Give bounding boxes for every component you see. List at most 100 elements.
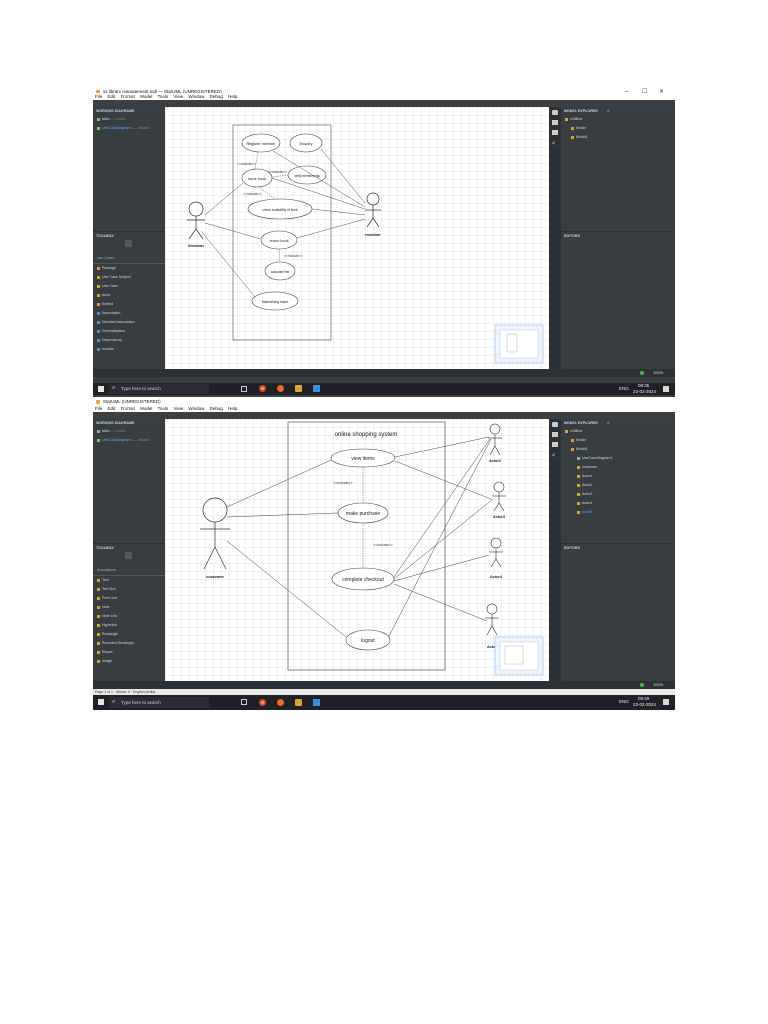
- menu-edit[interactable]: Edit: [108, 406, 116, 411]
- menu-view[interactable]: View: [173, 406, 183, 411]
- firefox-icon[interactable]: [277, 385, 284, 392]
- tree-item[interactable]: Model1: [561, 133, 672, 142]
- toolbox-item[interactable]: Extend: [93, 300, 165, 309]
- chrome-icon[interactable]: [259, 385, 266, 392]
- actor-customer[interactable]: [200, 497, 230, 570]
- keyboard-icon[interactable]: [552, 130, 558, 135]
- menu-model[interactable]: Model: [140, 406, 152, 411]
- tree-item[interactable]: Actor3: [561, 490, 672, 499]
- toolbox-item[interactable]: Package: [93, 264, 165, 273]
- tree-item[interactable]: Actor2: [561, 481, 672, 490]
- working-diagram-item[interactable]: UseCaseDiagram1 — Model1: [93, 436, 165, 445]
- toolbox-item[interactable]: Generalization: [93, 327, 165, 336]
- toolbox-item[interactable]: Hyperlink: [93, 621, 165, 630]
- taskbar-search-box[interactable]: Type here to search ⌕: [109, 384, 209, 394]
- share-icon[interactable]: <: [552, 141, 556, 147]
- tree-item[interactable]: Untitled: [561, 115, 672, 124]
- toolbox-item[interactable]: Note Link: [93, 612, 165, 621]
- grid-icon[interactable]: [552, 432, 558, 437]
- toolbox-item[interactable]: Note: [93, 603, 165, 612]
- tree-item[interactable]: Actor5: [561, 508, 672, 517]
- actor-member[interactable]: [365, 192, 381, 228]
- menu-file[interactable]: File: [95, 406, 102, 411]
- share-icon[interactable]: <: [552, 453, 556, 459]
- keyboard-icon[interactable]: [552, 442, 558, 447]
- toolbox-item[interactable]: Rounded Rectangle: [93, 639, 165, 648]
- toolbox-cursor-icon[interactable]: [125, 552, 132, 559]
- chrome-icon[interactable]: [259, 699, 266, 706]
- actor-librarian[interactable]: [187, 201, 205, 240]
- working-diagram-item[interactable]: Main — model: [93, 427, 165, 436]
- toolbox-section[interactable]: Use Cases: [93, 254, 165, 264]
- notification-icon[interactable]: [663, 386, 669, 392]
- search-icon[interactable]: ⌕: [607, 108, 610, 114]
- toolbox-cursor-icon[interactable]: [125, 240, 132, 247]
- actor-5[interactable]: [485, 603, 499, 636]
- notification-icon[interactable]: [663, 699, 669, 705]
- toolbox-item[interactable]: Association: [93, 309, 165, 318]
- menu-window[interactable]: Window: [188, 94, 204, 99]
- taskbar-search-box[interactable]: Type here to search ⌕: [109, 697, 209, 708]
- menu-window[interactable]: Window: [188, 406, 204, 411]
- diagram-icon: [97, 429, 100, 433]
- toolbox-item[interactable]: Text: [93, 576, 165, 585]
- minimap-viewport[interactable]: [499, 329, 539, 359]
- toolbox-item[interactable]: Use Case: [93, 282, 165, 291]
- tree-item[interactable]: Model1: [561, 445, 672, 454]
- app-taskbar-icon[interactable]: [313, 385, 320, 392]
- menu-format[interactable]: Format: [121, 406, 135, 411]
- toolbox-item[interactable]: Dependency: [93, 336, 165, 345]
- windows-start-icon[interactable]: [98, 699, 104, 705]
- tree-item[interactable]: Actor4: [561, 499, 672, 508]
- toolbox-item[interactable]: Actor: [93, 291, 165, 300]
- diagram-canvas[interactable]: online shopping system customer Actor2 A…: [165, 419, 549, 681]
- tree-item[interactable]: Model: [561, 436, 672, 445]
- tree-item[interactable]: Model: [561, 124, 672, 133]
- grid-icon[interactable]: [552, 120, 558, 125]
- zoom-level[interactable]: 100%: [653, 370, 663, 375]
- menu-file[interactable]: File: [95, 94, 102, 99]
- menu-tools[interactable]: Tools: [158, 94, 169, 99]
- toolbox-item[interactable]: Include: [93, 345, 165, 354]
- minimap-viewport[interactable]: [499, 641, 539, 671]
- toolbox-item[interactable]: Image: [93, 657, 165, 666]
- menu-debug[interactable]: Debug: [210, 94, 223, 99]
- staruml-taskbar-icon[interactable]: [295, 699, 302, 706]
- app-taskbar-icon[interactable]: [313, 699, 320, 706]
- actor-4[interactable]: [489, 537, 503, 568]
- menu-help[interactable]: Help: [228, 94, 237, 99]
- toolbox-item[interactable]: Rectangle: [93, 630, 165, 639]
- toolbox-item[interactable]: Text Box: [93, 585, 165, 594]
- task-view-icon[interactable]: [241, 699, 247, 705]
- staruml-taskbar-icon[interactable]: [295, 385, 302, 392]
- working-diagram-item[interactable]: UseCaseDiagram1 — Model1: [93, 124, 165, 133]
- diagram-canvas[interactable]: librarian member Register member Enquiry…: [165, 107, 549, 369]
- extensions-icon[interactable]: [552, 422, 558, 427]
- extensions-icon[interactable]: [552, 110, 558, 115]
- firefox-icon[interactable]: [277, 699, 284, 706]
- toolbox-item[interactable]: Free Line: [93, 594, 165, 603]
- menu-edit[interactable]: Edit: [108, 94, 116, 99]
- toolbox-section[interactable]: Annotations: [93, 566, 165, 576]
- tree-item[interactable]: UseCaseDiagram1: [561, 454, 672, 463]
- search-icon[interactable]: ⌕: [607, 420, 610, 426]
- menu-help[interactable]: Help: [228, 406, 237, 411]
- tree-item[interactable]: Untitled: [561, 427, 672, 436]
- actor-3[interactable]: [492, 481, 506, 512]
- toolbox-item[interactable]: Directed Association: [93, 318, 165, 327]
- tree-item[interactable]: customer: [561, 463, 672, 472]
- windows-start-icon[interactable]: [98, 386, 104, 392]
- menu-view[interactable]: View: [173, 94, 183, 99]
- menu-tools[interactable]: Tools: [158, 406, 169, 411]
- toolbox-item[interactable]: Use Case Subject: [93, 273, 165, 282]
- menu-debug[interactable]: Debug: [210, 406, 223, 411]
- menu-format[interactable]: Format: [121, 94, 135, 99]
- tool-icon: [97, 302, 100, 306]
- task-view-icon[interactable]: [241, 386, 247, 392]
- menu-model[interactable]: Model: [140, 94, 152, 99]
- tree-item[interactable]: Actor1: [561, 472, 672, 481]
- working-diagram-item[interactable]: Main — model: [93, 115, 165, 124]
- toolbox-item[interactable]: Ellipse: [93, 648, 165, 657]
- actor-2[interactable]: [488, 423, 502, 456]
- zoom-level[interactable]: 100%: [653, 682, 663, 687]
